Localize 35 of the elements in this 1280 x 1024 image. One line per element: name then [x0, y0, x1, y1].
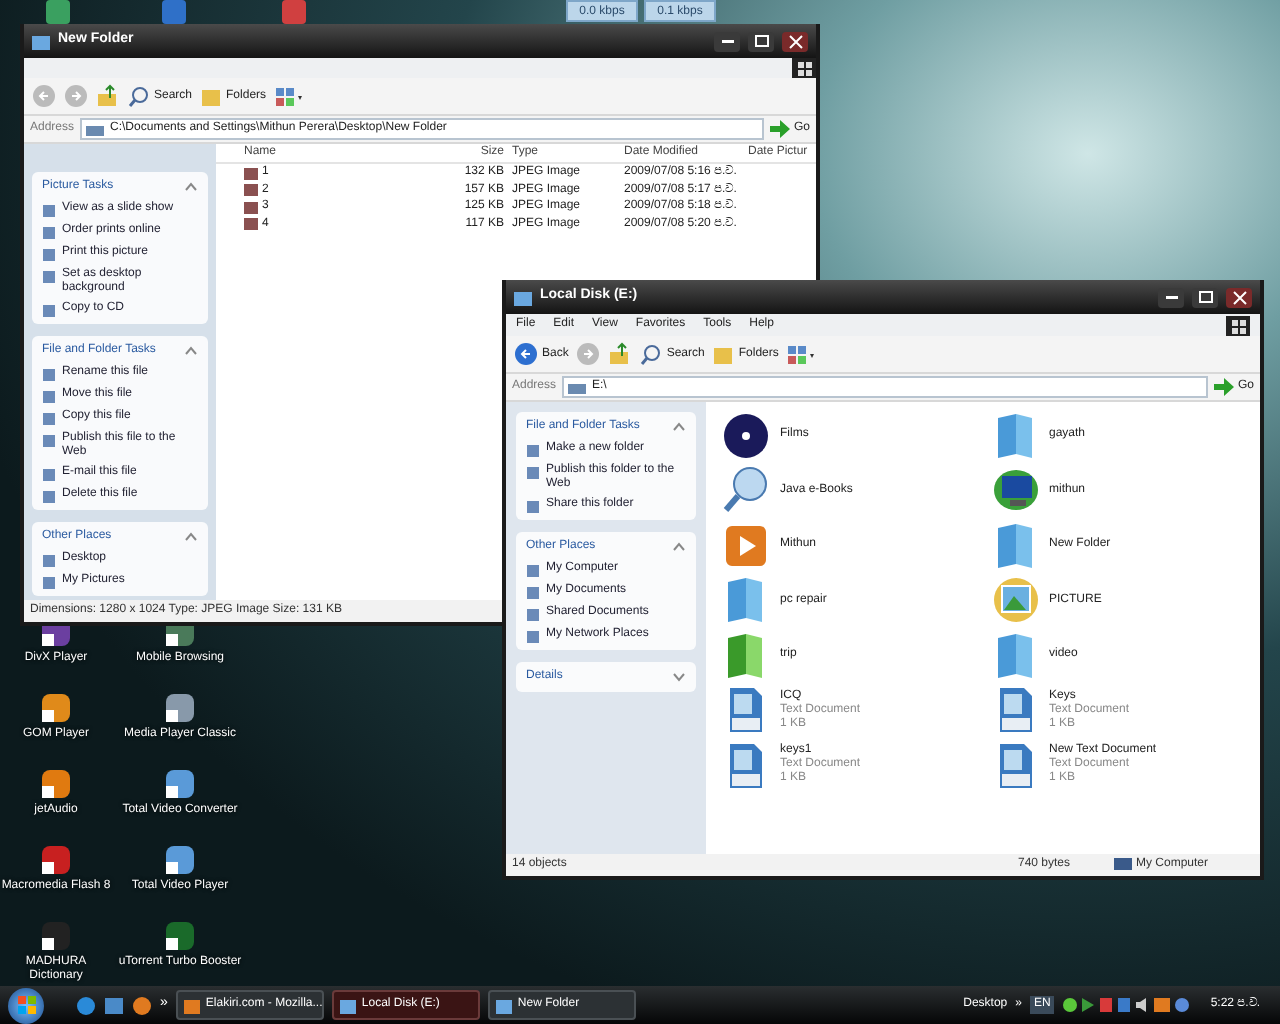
maximize-icon	[1193, 287, 1217, 307]
go-arrow-icon	[769, 120, 790, 138]
views-button[interactable]	[274, 85, 307, 107]
monitor-icon	[991, 466, 1039, 515]
minimize-icon	[1165, 295, 1177, 299]
close-button[interactable]	[1226, 287, 1252, 307]
magnifier-icon	[722, 466, 770, 515]
maximize-button[interactable]	[1192, 287, 1218, 307]
up-folder-icon	[96, 84, 120, 108]
start-button[interactable]	[8, 987, 44, 1023]
shortcut-icon	[160, 0, 188, 24]
shortcut-icon	[44, 0, 72, 24]
minimize-icon	[721, 39, 733, 43]
windows-logo-icon	[17, 996, 35, 1014]
up-folder-icon	[608, 342, 633, 366]
go-arrow-icon	[1213, 378, 1234, 396]
search-icon	[128, 85, 150, 107]
views-button[interactable]	[786, 343, 819, 365]
picture-icon	[991, 576, 1039, 625]
search-icon	[640, 343, 663, 365]
maximize-icon	[749, 31, 773, 51]
play-icon	[722, 521, 770, 570]
minimize-button[interactable]	[714, 31, 740, 51]
minimize-button[interactable]	[1158, 287, 1184, 307]
close-icon	[1227, 287, 1251, 307]
up-folder-button[interactable]	[96, 84, 120, 108]
close-icon	[783, 31, 807, 51]
views-icon	[274, 85, 307, 107]
views-icon	[786, 343, 819, 365]
disc-icon	[722, 411, 770, 460]
tray-icons-drawing	[1062, 996, 1195, 1014]
up-folder-button[interactable]	[608, 342, 633, 366]
maximize-button[interactable]	[748, 31, 774, 51]
shortcut-icon	[280, 0, 308, 24]
close-button[interactable]	[782, 31, 808, 51]
